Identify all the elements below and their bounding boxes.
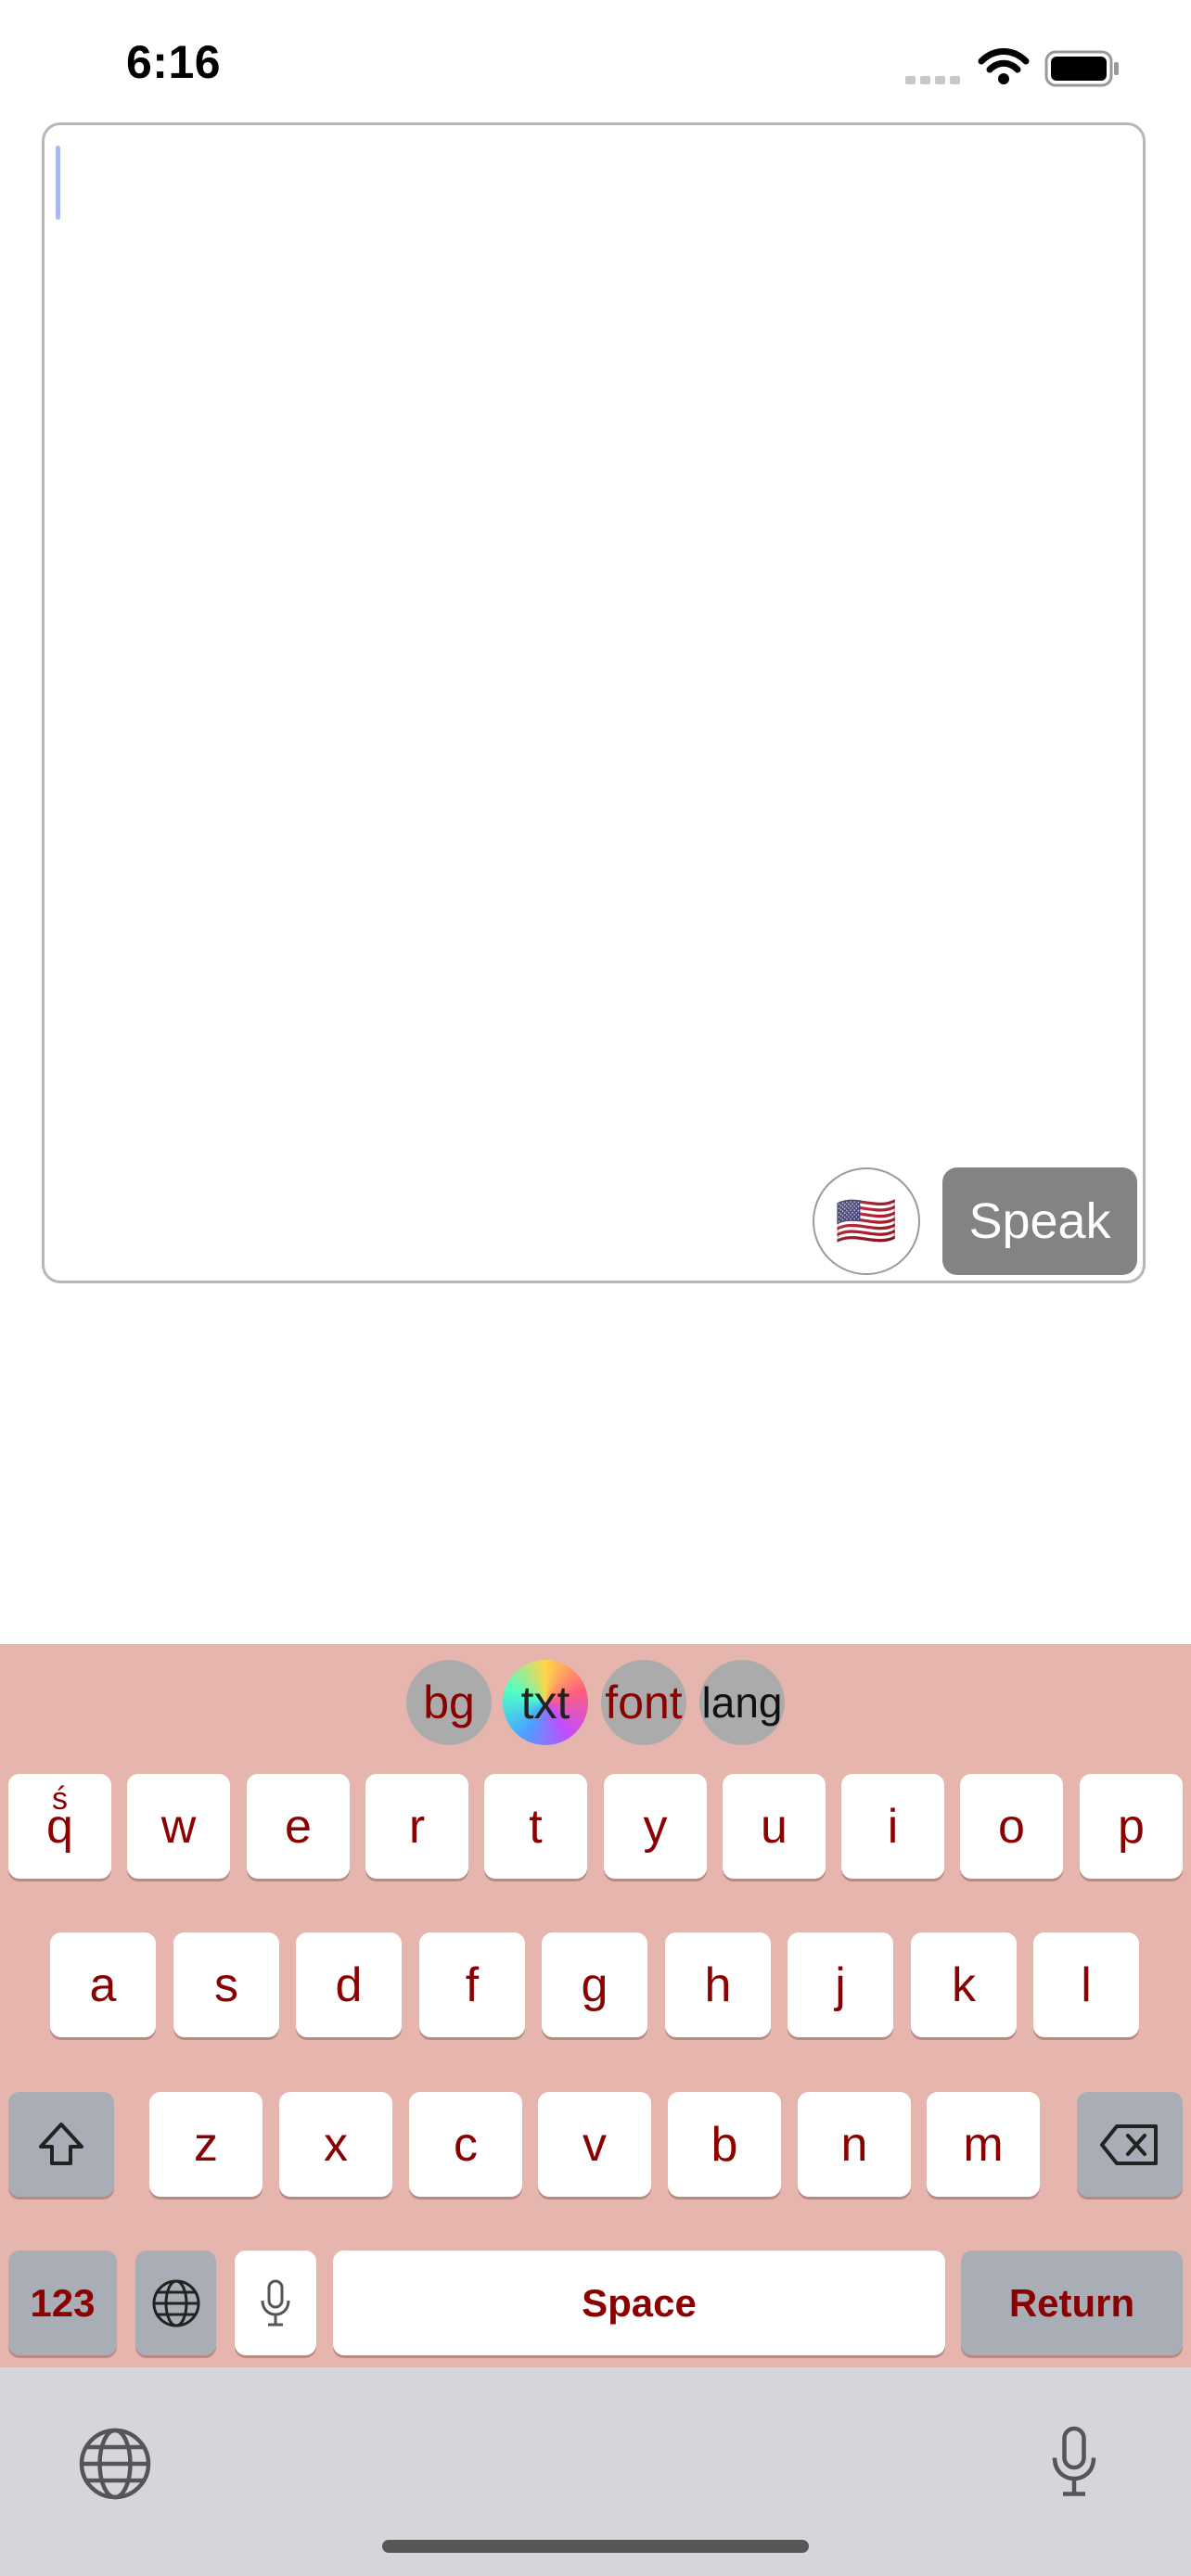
- home-indicator[interactable]: [382, 2540, 809, 2553]
- battery-icon: [1044, 50, 1119, 87]
- wifi-icon: [978, 48, 1030, 84]
- text-input-area[interactable]: 🇺🇸 Speak: [42, 122, 1146, 1283]
- bg-button[interactable]: bg: [406, 1660, 492, 1745]
- key-v[interactable]: v: [538, 2092, 651, 2197]
- key-u[interactable]: u: [723, 1774, 826, 1879]
- microphone-icon: [261, 2279, 290, 2326]
- us-flag-icon: 🇺🇸: [835, 1192, 898, 1249]
- key-m[interactable]: m: [927, 2092, 1040, 2197]
- font-button[interactable]: font: [601, 1660, 686, 1745]
- key-d[interactable]: d: [296, 1932, 402, 2037]
- speak-button-label: Speak: [968, 1193, 1111, 1249]
- backspace-icon: [1100, 2123, 1158, 2165]
- key-k[interactable]: k: [911, 1932, 1017, 2037]
- key-w[interactable]: w: [127, 1774, 230, 1879]
- key-a[interactable]: a: [50, 1932, 156, 2037]
- key-p[interactable]: p: [1080, 1774, 1183, 1879]
- shift-icon: [39, 2122, 83, 2165]
- status-time: 6:16: [126, 36, 222, 88]
- language-flag-button[interactable]: 🇺🇸: [813, 1167, 920, 1275]
- microphone-icon[interactable]: [1046, 2422, 1102, 2502]
- shift-key[interactable]: [8, 2092, 114, 2197]
- lang-label: lang: [701, 1678, 783, 1727]
- key-j[interactable]: j: [788, 1932, 893, 2037]
- bg-label: bg: [423, 1677, 475, 1728]
- key-g[interactable]: g: [542, 1932, 647, 2037]
- lang-button[interactable]: lang: [699, 1660, 785, 1745]
- txt-label: txt: [520, 1677, 570, 1728]
- text-caret: [56, 146, 60, 220]
- key-y[interactable]: y: [604, 1774, 707, 1879]
- numbers-key[interactable]: 123: [8, 2251, 117, 2355]
- key-l[interactable]: l: [1033, 1932, 1139, 2037]
- key-o[interactable]: o: [960, 1774, 1063, 1879]
- key-f[interactable]: f: [419, 1932, 525, 2037]
- dictation-key[interactable]: [235, 2251, 316, 2355]
- key-z[interactable]: z: [149, 2092, 263, 2197]
- signal-dots-icon: [905, 72, 965, 89]
- key-c[interactable]: c: [409, 2092, 522, 2197]
- key-x[interactable]: x: [279, 2092, 392, 2197]
- globe-icon: [152, 2279, 199, 2327]
- key-s[interactable]: s: [173, 1932, 279, 2037]
- txt-button[interactable]: txt: [503, 1660, 588, 1745]
- speak-button[interactable]: Speak: [942, 1167, 1137, 1275]
- key-n[interactable]: n: [798, 2092, 911, 2197]
- key-r[interactable]: r: [365, 1774, 468, 1879]
- globe-key[interactable]: [135, 2251, 216, 2355]
- space-key[interactable]: Space: [333, 2251, 945, 2355]
- font-label: font: [605, 1677, 683, 1728]
- backspace-key[interactable]: [1077, 2092, 1183, 2197]
- return-key[interactable]: Return: [961, 2251, 1183, 2355]
- key-b[interactable]: b: [668, 2092, 781, 2197]
- key-i[interactable]: i: [841, 1774, 944, 1879]
- key-q[interactable]: śq: [8, 1774, 111, 1879]
- key-t[interactable]: t: [484, 1774, 587, 1879]
- key-e[interactable]: e: [247, 1774, 350, 1879]
- key-h[interactable]: h: [665, 1932, 771, 2037]
- globe-icon[interactable]: [76, 2425, 154, 2503]
